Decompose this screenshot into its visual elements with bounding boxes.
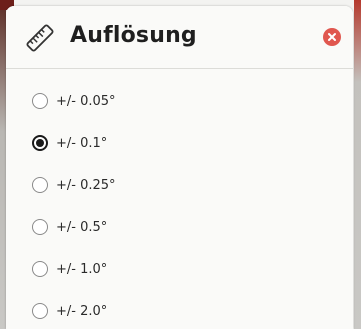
radio-button[interactable] bbox=[32, 219, 48, 235]
option-label: +/- 0.25° bbox=[56, 177, 116, 193]
radio-button[interactable] bbox=[32, 261, 48, 277]
option-label: +/- 1.0° bbox=[56, 261, 108, 277]
radio-button[interactable] bbox=[32, 135, 48, 151]
radio-button[interactable] bbox=[32, 303, 48, 319]
radio-button[interactable] bbox=[32, 177, 48, 193]
close-button[interactable] bbox=[323, 28, 341, 46]
option-0-25[interactable]: +/- 0.25° bbox=[32, 171, 116, 199]
option-1-0[interactable]: +/- 1.0° bbox=[32, 255, 107, 283]
option-label: +/- 0.1° bbox=[56, 135, 108, 151]
option-0-05[interactable]: +/- 0.05° bbox=[32, 87, 116, 115]
resolution-dialog: Auflösung +/- 0.05° +/- 0.1° +/- 0.25° +… bbox=[6, 6, 353, 329]
close-icon bbox=[328, 33, 336, 41]
background-window-edge-right bbox=[354, 0, 361, 329]
option-label: +/- 0.5° bbox=[56, 219, 108, 235]
ruler-icon bbox=[26, 24, 54, 52]
option-2-0[interactable]: +/- 2.0° bbox=[32, 297, 107, 325]
option-0-5[interactable]: +/- 0.5° bbox=[32, 213, 107, 241]
radio-button[interactable] bbox=[32, 93, 48, 109]
dialog-title: Auflösung bbox=[70, 23, 197, 48]
option-label: +/- 0.05° bbox=[56, 93, 116, 109]
dialog-header: Auflösung bbox=[6, 6, 353, 69]
option-0-1[interactable]: +/- 0.1° bbox=[32, 129, 107, 157]
option-label: +/- 2.0° bbox=[56, 303, 108, 319]
